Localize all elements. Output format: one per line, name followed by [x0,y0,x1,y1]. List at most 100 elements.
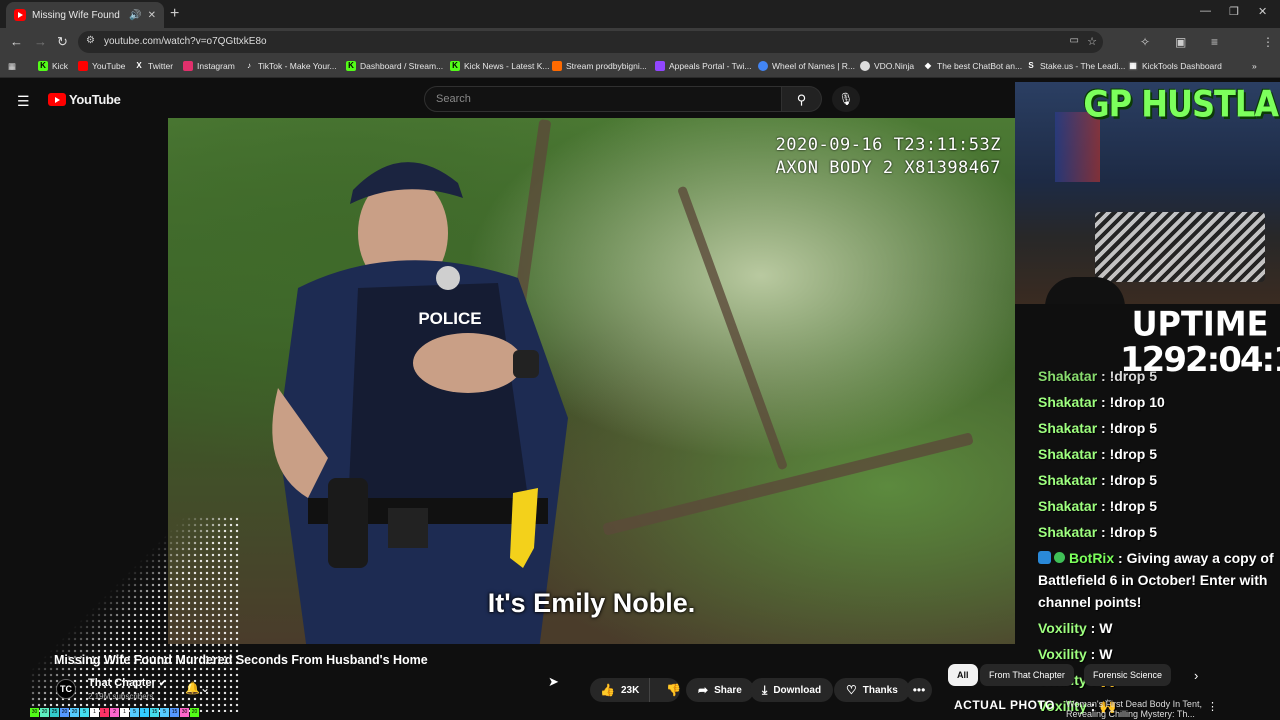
more-bookmarks-icon[interactable]: » [1252,61,1257,71]
timestamp-line-1: 2020-09-16 T23:11:53Z [775,135,1001,155]
address-bar[interactable]: ⚙ youtube.com/watch?v=o7QGttxkE8o ▭ ☆ [78,31,1103,53]
install-app-icon[interactable]: ▭ [1070,35,1079,46]
chat-message: Shakatar : !drop 10 [1038,394,1165,410]
notification-bell-icon[interactable]: 🔔⌄ [185,681,210,695]
microphone-icon: 🎙 [838,92,854,106]
back-button[interactable]: ← [10,34,23,49]
browser-menu-icon[interactable]: ⋮ [1262,35,1274,49]
video-player[interactable]: POLICE 2020-09-16 T23:11:53Z AXON BODY 2… [168,118,1015,644]
bookmark-tiktok[interactable]: ♪ TikTok - Make Your... [244,61,337,71]
bodycam-timestamp: 2020-09-16 T23:11:53Z AXON BODY 2 X81398… [776,134,1001,180]
download-icon: ⤓ [762,682,768,697]
search-placeholder: Search [436,93,471,105]
search-button[interactable]: ⚲ [782,86,822,112]
tree-trunk [676,185,789,471]
like-dislike-group: 👍 23K 👎 [590,678,682,702]
bookmark-kick-news[interactable]: K Kick News - Latest K... [450,61,550,71]
chips-next-icon[interactable]: › [1194,668,1198,683]
mouse-cursor-icon: ➤ [548,674,559,689]
more-actions-button[interactable]: ••• [906,678,932,702]
bookmark-stream[interactable]: Stream prodbybigni... [552,61,647,71]
chat-bot-message: BotRix : Giving away a copy of Battlefie… [1038,550,1274,610]
chip-all[interactable]: All [948,664,978,686]
tab-title: Missing Wife Found Murde [32,9,123,21]
screen: Missing Wife Found Murde 🔊 ✕ + — ❐ ✕ ← →… [0,0,1280,720]
subscriber-count: 2.19M subscribers [88,692,154,701]
related-video-title[interactable]: Woman's First Dead Body In Tent, Reveali… [1066,699,1206,719]
chat-message: Voxility : W [1038,620,1113,636]
video-subtitle: It's Emily Noble. [487,588,696,618]
media-control-icon[interactable]: ≡ [1211,35,1218,49]
video-title: Missing Wife Found Murdered Seconds From… [54,653,428,667]
thanks-button[interactable]: ♡ Thanks [834,678,910,702]
overlay-color-bar: 30 20 25 20 20 5 1 1 2 1 5 1 15 5 15 30 20 [30,708,199,717]
reload-button[interactable]: ↻ [57,34,68,50]
cast-icon[interactable]: ▣ [1175,35,1186,49]
chat-message: Shakatar : !drop 5 [1038,446,1158,462]
streamer-webcam: GP HUSTLA [1015,82,1280,304]
url-text[interactable]: youtube.com/watch?v=o7QGttxkE8o [104,36,267,47]
bookmark-chatbot[interactable]: ◆ The best ChatBot an... [923,61,1022,71]
bookmark-kicktools[interactable]: ▦ KickTools Dashboard [1128,61,1222,71]
channel-avatar[interactable]: TC [56,679,76,699]
bookmark-vdo-ninja[interactable]: VDO.Ninja [860,61,914,71]
related-more-icon[interactable]: ⋮ [1207,700,1218,713]
youtube-play-icon [48,93,66,106]
chip-from-channel[interactable]: From That Chapter [980,664,1074,686]
audio-playing-icon[interactable]: 🔊 [129,10,141,21]
close-window-button[interactable]: ✕ [1258,5,1267,18]
stream-brand-text: GP HUSTLA [1083,82,1279,126]
thanks-heart-icon: ♡ [846,683,857,697]
extensions-icon[interactable]: ✧ [1140,35,1150,49]
chat-message: Shakatar : !drop 5 [1038,420,1158,436]
chat-message: Shakatar : !drop 5 [1038,524,1158,540]
channel-name[interactable]: That Chapter ✔ [88,677,166,689]
uptime-label: UPTIME [1131,304,1269,344]
restore-button[interactable]: ❐ [1229,5,1239,18]
browser-tab-bar: Missing Wife Found Murde 🔊 ✕ + — ❐ ✕ [0,0,1280,28]
voice-search-button[interactable]: 🎙 [832,86,860,112]
minimize-button[interactable]: — [1200,5,1211,17]
thumbs-down-icon: 👎 [666,683,682,697]
menu-hamburger-icon[interactable]: ☰ [17,93,30,110]
apps-grid-icon[interactable]: ▦ [8,61,16,72]
verified-badge-icon [1054,552,1065,563]
thumbs-up-icon: 👍 [600,683,615,697]
browser-toolbar: ← → ↻ ⚙ youtube.com/watch?v=o7QGttxkE8o … [0,28,1280,77]
browser-tab[interactable]: Missing Wife Found Murde 🔊 ✕ [6,2,164,28]
bookmark-wheel[interactable]: Wheel of Names | R... [758,61,855,71]
bookmark-dashboard[interactable]: K Dashboard / Stream... [346,61,443,71]
bookmark-instagram[interactable]: Instagram [183,61,235,71]
verified-check-icon: ✔ [158,678,167,688]
bookmark-kick[interactable]: K Kick [38,61,68,71]
bookmark-youtube[interactable]: YouTube [78,61,125,71]
chip-forensic-science[interactable]: Forensic Science [1084,664,1172,686]
share-button[interactable]: ➦ Share [686,678,754,702]
bookmarks-bar: ▦ K Kick YouTube X Twitter Instagram ♪ TikT… [0,56,1280,78]
search-input[interactable]: Search [424,86,782,112]
like-button[interactable]: 👍 23K [590,678,651,702]
forward-button[interactable]: → [34,34,47,49]
chat-message: Shakatar : !drop 5 [1038,498,1158,514]
close-tab-icon[interactable]: ✕ [148,10,156,21]
site-info-icon[interactable]: ⚙ [86,35,95,46]
youtube-favicon-icon [14,9,26,21]
youtube-logo-text: YouTube [69,92,121,107]
youtube-logo[interactable]: YouTube [48,92,121,107]
download-button[interactable]: ⤓ Download [750,678,834,702]
chat-message: Shakatar : !drop 5 [1038,472,1158,488]
chat-message: Shakatar : !drop 5 [1038,368,1158,384]
bot-badge-icon [1038,551,1051,564]
bookmark-stake[interactable]: S Stake.us - The Leadi... [1026,61,1125,71]
chat-message: Voxility : W [1038,646,1113,662]
new-tab-button[interactable]: + [170,5,179,23]
timestamp-line-2: AXON BODY 2 X81398467 [775,158,1001,178]
bookmark-appeals[interactable]: Appeals Portal - Twi... [655,61,752,71]
bookmark-star-icon[interactable]: ☆ [1087,35,1097,48]
vest-police-label: POLICE [418,309,481,328]
share-icon: ➦ [698,683,709,697]
police-officer-figure: POLICE [272,162,568,644]
related-thumbnail-text[interactable]: ACTUAL PHOTO [954,698,1055,712]
bookmark-twitter[interactable]: X Twitter [134,61,173,71]
search-icon: ⚲ [796,92,807,107]
